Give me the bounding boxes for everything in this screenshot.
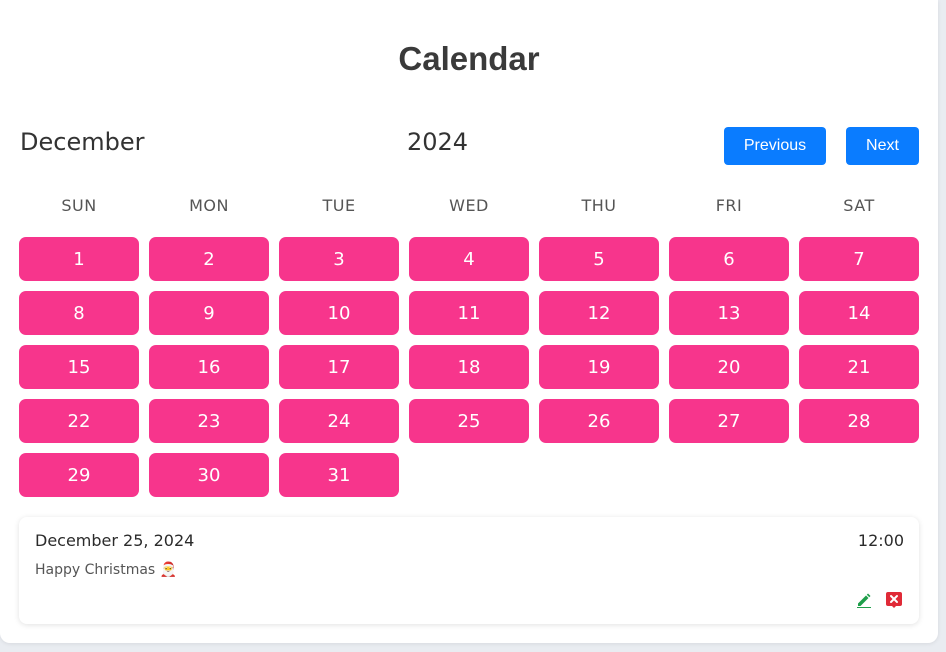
- calendar-card: Calendar December 2024 Previous Next SUN…: [0, 0, 938, 643]
- day-cell[interactable]: 5: [539, 237, 659, 281]
- day-cell[interactable]: 18: [409, 345, 529, 389]
- day-cell[interactable]: 20: [669, 345, 789, 389]
- day-cell[interactable]: 11: [409, 291, 529, 335]
- month-label: December: [20, 128, 145, 156]
- day-cell[interactable]: 28: [799, 399, 919, 443]
- weekday-label: SUN: [61, 196, 97, 215]
- event-description: Happy Christmas 🎅: [35, 562, 178, 578]
- day-cell[interactable]: 25: [409, 399, 529, 443]
- day-cell[interactable]: 24: [279, 399, 399, 443]
- weekday-label: MON: [189, 196, 229, 215]
- day-cell[interactable]: 21: [799, 345, 919, 389]
- day-cell[interactable]: 10: [279, 291, 399, 335]
- delete-x-icon: [886, 592, 902, 608]
- weekday-label: TUE: [322, 196, 356, 215]
- days-grid: 1 2 3 4 5 6 7 8 9 10 11 12 13 14 15 16 1…: [19, 237, 919, 497]
- next-button[interactable]: Next: [846, 127, 919, 165]
- event-card: December 25, 2024 12:00 Happy Christmas …: [19, 517, 919, 624]
- day-cell[interactable]: 9: [149, 291, 269, 335]
- day-cell[interactable]: 13: [669, 291, 789, 335]
- day-cell[interactable]: 27: [669, 399, 789, 443]
- edit-event-button[interactable]: [855, 591, 873, 609]
- year-label: 2024: [407, 128, 469, 156]
- previous-button[interactable]: Previous: [724, 127, 826, 165]
- day-cell[interactable]: 12: [539, 291, 659, 335]
- day-cell[interactable]: 16: [149, 345, 269, 389]
- day-cell[interactable]: 29: [19, 453, 139, 497]
- day-cell[interactable]: 23: [149, 399, 269, 443]
- weekday-label: THU: [581, 196, 617, 215]
- day-cell[interactable]: 7: [799, 237, 919, 281]
- day-cell[interactable]: 19: [539, 345, 659, 389]
- weekday-header: SUN MON TUE WED THU FRI SAT: [19, 196, 919, 218]
- day-cell[interactable]: 6: [669, 237, 789, 281]
- delete-event-button[interactable]: [885, 591, 903, 609]
- page-title: Calendar: [398, 40, 540, 77]
- day-cell[interactable]: 30: [149, 453, 269, 497]
- day-cell[interactable]: 17: [279, 345, 399, 389]
- day-cell[interactable]: 8: [19, 291, 139, 335]
- day-cell[interactable]: 15: [19, 345, 139, 389]
- day-cell[interactable]: 31: [279, 453, 399, 497]
- event-time: 12:00: [857, 531, 904, 550]
- day-cell[interactable]: 26: [539, 399, 659, 443]
- day-cell[interactable]: 14: [799, 291, 919, 335]
- day-cell[interactable]: 22: [19, 399, 139, 443]
- day-cell[interactable]: 1: [19, 237, 139, 281]
- weekday-label: SAT: [843, 196, 875, 215]
- pencil-icon: [857, 593, 871, 608]
- day-cell[interactable]: 2: [149, 237, 269, 281]
- day-cell[interactable]: 3: [279, 237, 399, 281]
- event-date: December 25, 2024: [35, 531, 195, 550]
- weekday-label: FRI: [715, 196, 743, 215]
- weekday-label: WED: [449, 196, 489, 215]
- day-cell[interactable]: 4: [409, 237, 529, 281]
